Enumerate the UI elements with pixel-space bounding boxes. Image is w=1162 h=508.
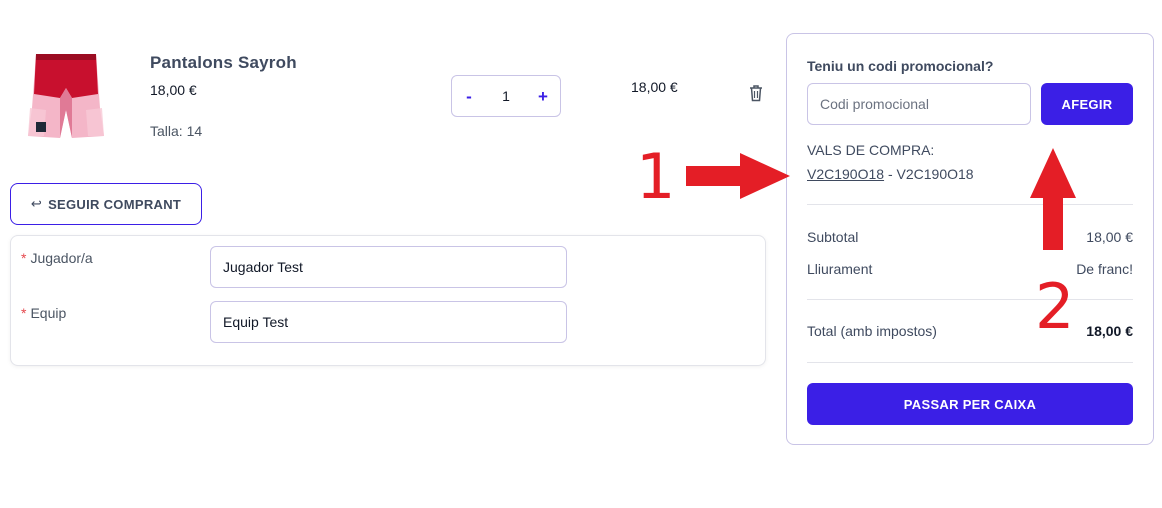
subtotal-value: 18,00 €	[1086, 229, 1133, 245]
checkout-button[interactable]: PASSAR PER CAIXA	[807, 383, 1133, 425]
quantity-increase-button[interactable]: +	[536, 88, 550, 105]
subtotal-label: Subtotal	[807, 229, 859, 245]
promo-code-input[interactable]	[807, 83, 1031, 125]
required-mark: *	[21, 250, 27, 266]
voucher-line: V2C190O18 - V2C190O18	[807, 166, 974, 182]
divider	[807, 362, 1133, 363]
annotation-number-2: 2	[1035, 270, 1075, 343]
promo-title: Teniu un codi promocional?	[807, 58, 994, 74]
divider	[807, 204, 1133, 205]
continue-shopping-label: SEGUIR COMPRANT	[48, 196, 182, 212]
quantity-stepper: - 1 +	[451, 75, 561, 117]
vouchers-title: VALS DE COMPRA:	[807, 142, 935, 158]
divider	[807, 299, 1133, 300]
shipping-value: De franc!	[1076, 261, 1133, 277]
player-input[interactable]	[210, 246, 567, 288]
product-image	[28, 54, 104, 138]
annotation-number-1: 1	[636, 140, 676, 213]
team-input[interactable]	[210, 301, 567, 343]
product-unit-price: 18,00 €	[150, 82, 197, 98]
line-total: 18,00 €	[631, 79, 678, 95]
product-name: Pantalons Sayroh	[150, 53, 297, 72]
voucher-code-link[interactable]: V2C190O18	[807, 166, 884, 182]
shipping-label: Lliurament	[807, 261, 873, 277]
annotation-arrow-right	[686, 153, 790, 199]
quantity-decrease-button[interactable]: -	[462, 88, 476, 105]
voucher-name: V2C190O18	[896, 166, 974, 182]
player-label-text: Jugador/a	[30, 250, 93, 266]
team-label-text: Equip	[30, 305, 67, 321]
continue-shopping-button[interactable]: ↩ SEGUIR COMPRANT	[10, 183, 202, 225]
trash-icon[interactable]	[748, 84, 764, 102]
return-arrow-icon: ↩	[30, 196, 43, 211]
annotation-arrow-up	[1030, 148, 1076, 250]
voucher-separator: -	[884, 166, 897, 182]
player-field-label: * Jugador/a	[21, 250, 93, 266]
total-value: 18,00 €	[1086, 323, 1133, 339]
product-size: Talla: 14	[150, 123, 203, 139]
total-label: Total (amb impostos)	[807, 323, 937, 339]
team-field-label: * Equip	[21, 305, 66, 321]
add-promo-button[interactable]: AFEGIR	[1041, 83, 1133, 125]
required-mark: *	[21, 305, 27, 321]
quantity-value[interactable]: 1	[502, 88, 510, 104]
